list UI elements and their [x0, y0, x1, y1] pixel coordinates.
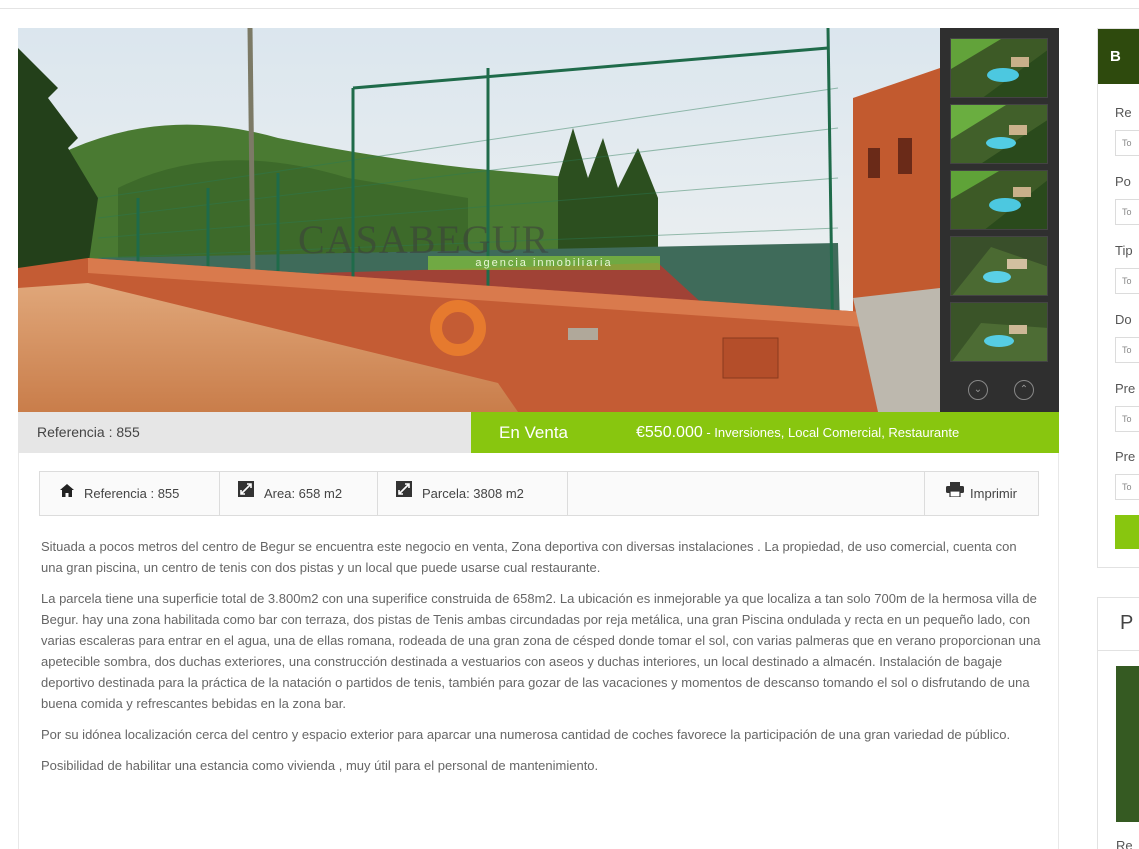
resize-icon: [396, 471, 412, 514]
description-panel: Referencia : 855 Area: 658 m2 Parcela: 3…: [18, 453, 1059, 849]
properties-widget-title: P: [1120, 612, 1134, 634]
chevron-down-circle-icon[interactable]: ⌄: [968, 380, 988, 400]
search-widget-title: B: [1098, 29, 1139, 84]
feature-reference: Referencia : 855: [40, 472, 220, 515]
resize-icon: [238, 471, 254, 514]
property-thumbnail[interactable]: [1116, 666, 1139, 822]
feature-reference-text: Referencia : 855: [84, 486, 180, 501]
search-label-reference: Re: [1115, 105, 1132, 120]
sale-status: En Venta: [499, 423, 569, 442]
feature-area-text: Area: 658 m2: [264, 486, 343, 501]
search-label-precio-min: Pre: [1115, 381, 1136, 396]
print-label: Imprimir: [970, 486, 1017, 501]
sale-price-group: €550.000 - Inversiones, Local Comercial,…: [636, 412, 959, 453]
sale-banner: En Venta €550.000 - Inversiones, Local C…: [471, 412, 1059, 453]
thumbnail[interactable]: [950, 236, 1048, 296]
photo-gallery: CASABEGUR agencia inmobiliaria ⌄ ⌃: [18, 28, 1059, 412]
thumbnail-photo: [951, 39, 1047, 97]
thumbnail-strip: ⌄ ⌃: [940, 28, 1059, 412]
thumbnail[interactable]: [950, 170, 1048, 230]
sale-price: €550.000: [636, 424, 703, 441]
search-select-precio-max[interactable]: To: [1115, 474, 1139, 500]
listing-info-bar: Referencia : 855 En Venta €550.000 - Inv…: [18, 412, 1059, 453]
print-button[interactable]: Imprimir: [924, 472, 1038, 515]
thumbnail-photo: [951, 237, 1047, 295]
description-paragraph: Situada a pocos metros del centro de Beg…: [41, 539, 1017, 575]
properties-divider: [1098, 650, 1139, 651]
search-input-reference[interactable]: To: [1115, 130, 1139, 156]
feature-parcela: Parcela: 3808 m2: [378, 472, 568, 515]
property-label: Re: [1116, 838, 1133, 849]
description-text: Situada a pocos metros del centro de Beg…: [41, 536, 1041, 786]
description-paragraph: Por su idónea localización cerca del cen…: [41, 727, 1011, 742]
feature-parcela-text: Parcela: 3808 m2: [422, 486, 524, 501]
search-select-dormitorios[interactable]: To: [1115, 337, 1139, 363]
search-button[interactable]: [1115, 515, 1139, 549]
search-select-tipo[interactable]: To: [1115, 268, 1139, 294]
search-select-poblacion[interactable]: To: [1115, 199, 1139, 225]
search-select-precio-min[interactable]: To: [1115, 406, 1139, 432]
thumbnail[interactable]: [950, 302, 1048, 362]
search-label-poblacion: Po: [1115, 174, 1131, 189]
printer-icon: [946, 471, 965, 514]
search-label-dormitorios: Do: [1115, 312, 1132, 327]
description-paragraph: La parcela tiene una superficie total de…: [41, 591, 1041, 711]
watermark-subtitle: agencia inmobiliaria: [428, 256, 660, 270]
feature-area: Area: 658 m2: [220, 472, 378, 515]
chevron-up-circle-icon[interactable]: ⌃: [1014, 380, 1034, 400]
sale-types: - Inversiones, Local Comercial, Restaura…: [702, 425, 960, 440]
thumbnail-photo: [951, 105, 1047, 163]
reference-label: Referencia : 855: [18, 412, 471, 453]
search-widget: B Re To Po To Tip To Do To Pre To Pre To: [1097, 28, 1139, 568]
top-divider: [0, 8, 1139, 9]
thumbnail[interactable]: [950, 38, 1048, 98]
thumbnail-photo: [951, 171, 1047, 229]
properties-widget: P Re: [1097, 597, 1139, 849]
search-label-tipo: Tip: [1115, 243, 1133, 258]
features-bar: Referencia : 855 Area: 658 m2 Parcela: 3…: [39, 471, 1039, 516]
thumbnail-photo: [951, 303, 1047, 361]
thumbnail[interactable]: [950, 104, 1048, 164]
description-paragraph: Posibilidad de habilitar una estancia co…: [41, 758, 599, 773]
home-icon: [60, 471, 74, 514]
search-label-precio-max: Pre: [1115, 449, 1136, 464]
main-photo[interactable]: CASABEGUR agencia inmobiliaria: [18, 28, 940, 412]
